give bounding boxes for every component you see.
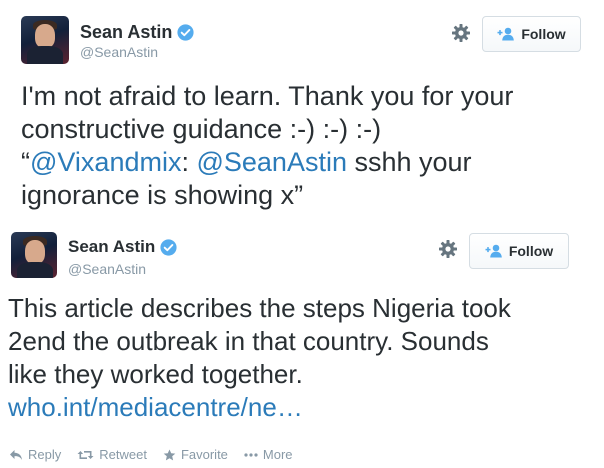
avatar[interactable] — [21, 16, 69, 64]
tweet-text-line: This article describes the steps Nigeria… — [8, 293, 511, 323]
more-button[interactable]: More — [244, 447, 293, 462]
follow-button[interactable]: Follow — [469, 233, 569, 269]
follow-button[interactable]: Follow — [482, 16, 581, 52]
mention-link-vixandmix[interactable]: @Vixandmix — [30, 147, 181, 177]
tweet-text-line: ignorance is showing x” — [21, 180, 304, 210]
author-name-row[interactable]: Sean Astin — [80, 22, 194, 43]
author-name[interactable]: Sean Astin — [68, 237, 155, 257]
favorite-button[interactable]: Favorite — [163, 447, 228, 462]
verified-badge-icon — [160, 238, 177, 256]
gear-icon[interactable] — [438, 239, 458, 259]
tweet: Sean Astin @SeanAstin Follow I'm not afr… — [0, 0, 604, 222]
reply-label: Reply — [28, 447, 62, 462]
add-user-icon — [485, 244, 502, 258]
reply-button[interactable]: Reply — [9, 447, 61, 462]
gear-icon[interactable] — [451, 23, 471, 43]
retweet-icon — [77, 450, 94, 459]
article-link[interactable]: who.int/mediacentre/ne… — [8, 392, 303, 422]
author-handle[interactable]: @SeanAstin — [68, 261, 146, 277]
avatar-face — [35, 24, 55, 48]
mention-link-seanastin[interactable]: @SeanAstin — [196, 147, 347, 177]
tweet-text-line: like they worked together. — [8, 359, 303, 389]
tweet-text-fragment: sshh your — [346, 147, 472, 177]
reply-icon — [10, 449, 22, 460]
verified-badge-icon — [177, 24, 194, 41]
tweet: Sean Astin @SeanAstin Follow This articl… — [0, 222, 604, 468]
avatar[interactable] — [11, 232, 57, 278]
tweet-text: I'm not afraid to learn. Thank you for y… — [21, 80, 591, 212]
favorite-label: Favorite — [180, 447, 228, 462]
author-handle[interactable]: @SeanAstin — [80, 44, 158, 60]
add-user-icon — [497, 27, 515, 41]
retweet-label: Retweet — [99, 447, 147, 462]
tweet-text-line: constructive guidance :-) :-) :-) — [21, 114, 382, 144]
avatar-body — [27, 46, 63, 64]
retweet-button[interactable]: Retweet — [77, 447, 147, 462]
author-name[interactable]: Sean Astin — [80, 22, 172, 43]
follow-label: Follow — [521, 26, 566, 42]
open-quote: “ — [21, 147, 30, 177]
tweet-text: This article describes the steps Nigeria… — [8, 292, 598, 424]
colon-text: : — [181, 147, 197, 177]
avatar-body — [17, 262, 53, 278]
more-label: More — [262, 447, 293, 462]
star-icon — [163, 449, 176, 460]
avatar-face — [25, 240, 45, 264]
more-dots-icon — [244, 452, 258, 457]
tweet-actions: Reply Retweet Favorite More — [9, 447, 309, 462]
author-name-row[interactable]: Sean Astin — [68, 237, 177, 257]
tweet-text-line: 2end the outbreak in that country. Sound… — [8, 326, 489, 356]
tweet-text-line: I'm not afraid to learn. Thank you for y… — [21, 81, 514, 111]
follow-label: Follow — [508, 243, 554, 259]
